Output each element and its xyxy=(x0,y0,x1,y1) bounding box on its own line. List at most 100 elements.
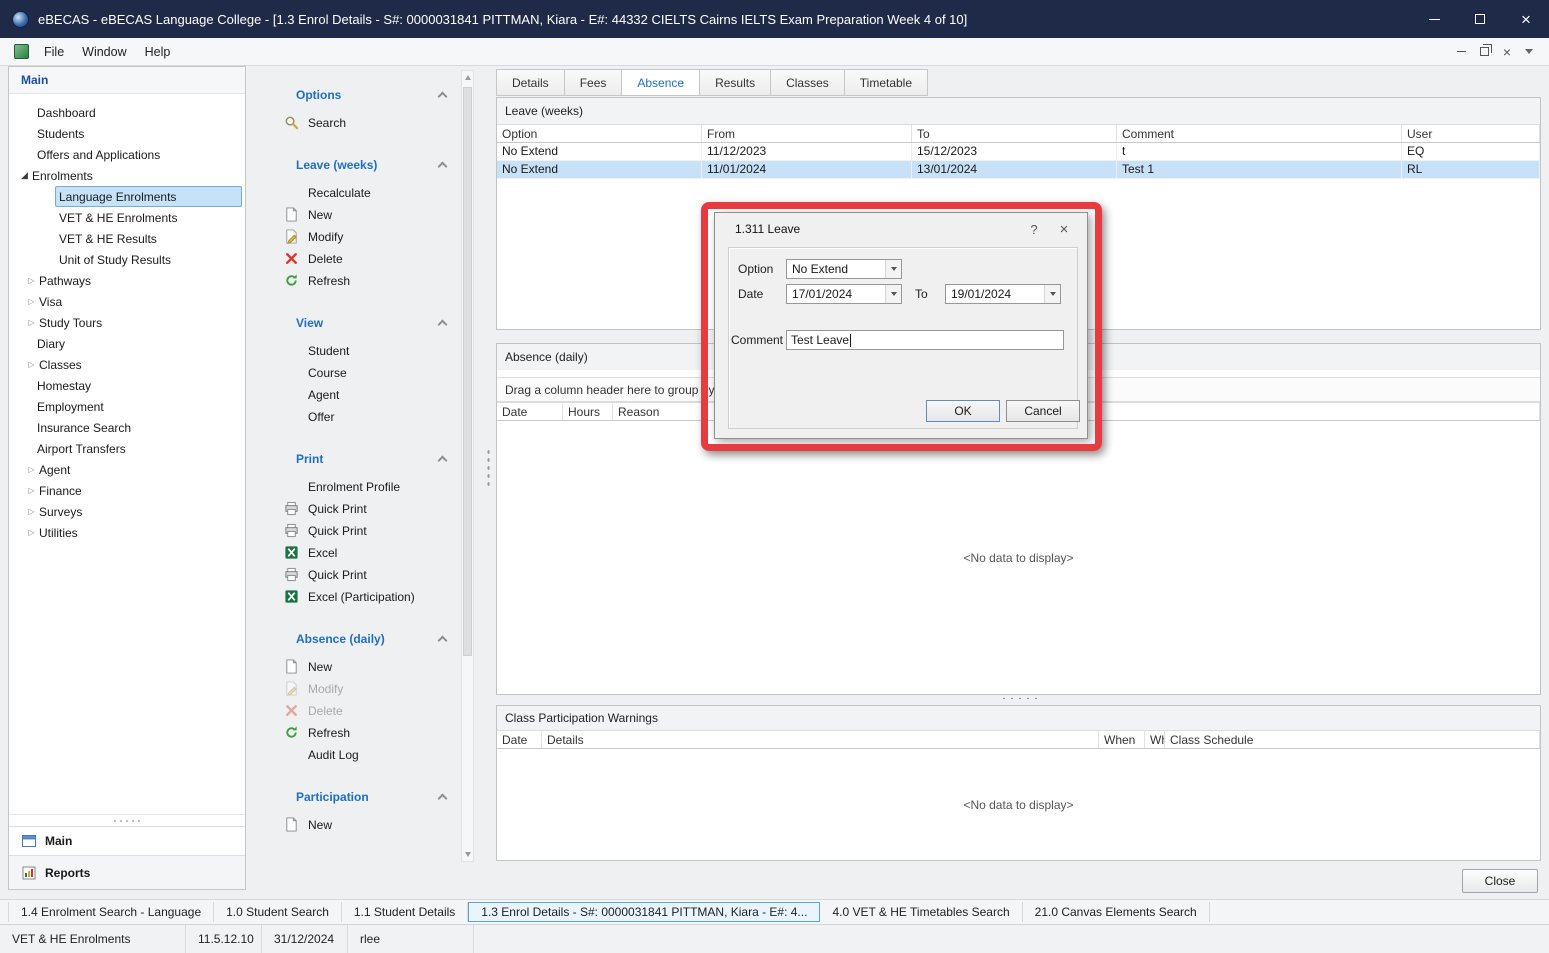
section-options[interactable]: Options xyxy=(296,88,446,102)
taskbar-item-vet-he-timetables[interactable]: 4.0 VET & HE Timetables Search xyxy=(820,902,1022,922)
column-header-user[interactable]: User xyxy=(1402,125,1540,142)
column-header-date[interactable]: Date xyxy=(497,403,563,420)
action-leave-delete[interactable]: Delete xyxy=(246,248,476,270)
action-audit-log[interactable]: Audit Log xyxy=(246,744,476,766)
chevron-up-icon[interactable] xyxy=(438,320,448,330)
sidebar-item-unit-of-study-results[interactable]: Unit of Study Results xyxy=(9,249,245,270)
action-excel[interactable]: Excel xyxy=(246,542,476,564)
taskbar-item-enrol-details[interactable]: 1.3 Enrol Details - S#: 0000031841 PITTM… xyxy=(468,902,820,922)
action-view-course[interactable]: Course xyxy=(246,362,476,384)
collapsed-arrow-icon[interactable]: ▷ xyxy=(24,276,39,285)
action-excel-participation[interactable]: Excel (Participation) xyxy=(246,586,476,608)
column-header-details[interactable]: Details xyxy=(542,731,1099,748)
sidebar-item-employment[interactable]: Employment xyxy=(9,396,245,417)
sidebar-item-utilities[interactable]: ▷Utilities xyxy=(9,522,245,543)
scroll-down-icon[interactable] xyxy=(465,852,471,857)
action-view-offer[interactable]: Offer xyxy=(246,406,476,428)
section-participation[interactable]: Participation xyxy=(296,790,446,804)
tab-fees[interactable]: Fees xyxy=(564,69,623,96)
date-to-picker[interactable]: 19/01/2024 xyxy=(945,284,1061,304)
horizontal-splitter-grip[interactable] xyxy=(1000,696,1040,701)
sidebar-item-vet-he-enrolments[interactable]: VET & HE Enrolments xyxy=(9,207,245,228)
maximize-button[interactable] xyxy=(1457,0,1503,38)
sidebar-item-homestay[interactable]: Homestay xyxy=(9,375,245,396)
action-quick-print-3[interactable]: Quick Print xyxy=(246,564,476,586)
section-absence-daily[interactable]: Absence (daily) xyxy=(296,632,446,646)
scroll-thumb[interactable] xyxy=(463,87,472,656)
sidebar-item-finance[interactable]: ▷Finance xyxy=(9,480,245,501)
sidebar-item-insurance-search[interactable]: Insurance Search xyxy=(9,417,245,438)
collapsed-arrow-icon[interactable]: ▷ xyxy=(24,528,39,537)
mdi-minimize-icon[interactable] xyxy=(1457,51,1466,52)
mdi-more-icon[interactable] xyxy=(1525,49,1533,54)
actions-scrollbar[interactable] xyxy=(461,70,474,862)
option-combobox[interactable]: No Extend xyxy=(786,259,902,279)
sidebar-item-classes[interactable]: ▷Classes xyxy=(9,354,245,375)
sidebar-item-pathways[interactable]: ▷Pathways xyxy=(9,270,245,291)
menu-help[interactable]: Help xyxy=(136,41,180,63)
mdi-child-icon[interactable] xyxy=(14,44,29,59)
sidebar-item-enrolments[interactable]: ◢Enrolments xyxy=(9,165,245,186)
action-enrolment-profile[interactable]: Enrolment Profile xyxy=(246,476,476,498)
ok-button[interactable]: OK xyxy=(926,400,1000,422)
nav-footer-reports[interactable]: Reports xyxy=(9,855,245,889)
action-view-agent[interactable]: Agent xyxy=(246,384,476,406)
collapsed-arrow-icon[interactable]: ▷ xyxy=(24,360,39,369)
combo-dropdown-button[interactable] xyxy=(1044,285,1060,303)
collapsed-arrow-icon[interactable]: ▷ xyxy=(24,297,39,306)
chevron-up-icon[interactable] xyxy=(438,92,448,102)
action-absence-refresh[interactable]: Refresh xyxy=(246,722,476,744)
chevron-up-icon[interactable] xyxy=(438,456,448,466)
expanded-arrow-icon[interactable]: ◢ xyxy=(17,170,32,181)
column-header-hours[interactable]: Hours xyxy=(563,403,613,420)
tab-details[interactable]: Details xyxy=(496,69,565,96)
nav-splitter-grip[interactable] xyxy=(9,814,245,826)
tab-timetable[interactable]: Timetable xyxy=(844,69,928,96)
tab-classes[interactable]: Classes xyxy=(770,69,845,96)
sidebar-item-diary[interactable]: Diary xyxy=(9,333,245,354)
section-leave-weeks[interactable]: Leave (weeks) xyxy=(296,158,446,172)
chevron-up-icon[interactable] xyxy=(438,636,448,646)
section-view[interactable]: View xyxy=(296,316,446,330)
close-button[interactable]: × xyxy=(1503,0,1549,38)
taskbar-item-enrolment-search[interactable]: 1.4 Enrolment Search - Language xyxy=(8,902,214,922)
vertical-splitter-grip[interactable] xyxy=(486,448,491,486)
column-header-from[interactable]: From xyxy=(702,125,912,142)
taskbar-item-student-search[interactable]: 1.0 Student Search xyxy=(214,902,342,922)
column-header-wh[interactable]: Wh xyxy=(1145,731,1165,748)
cancel-button[interactable]: Cancel xyxy=(1006,400,1080,422)
chevron-up-icon[interactable] xyxy=(438,794,448,804)
sidebar-item-language-enrolments[interactable]: Language Enrolments xyxy=(9,186,245,207)
column-header-class-schedule[interactable]: Class Schedule xyxy=(1165,731,1540,748)
sidebar-item-airport-transfers[interactable]: Airport Transfers xyxy=(9,438,245,459)
sidebar-item-visa[interactable]: ▷Visa xyxy=(9,291,245,312)
dialog-close-button[interactable]: × xyxy=(1049,217,1079,241)
minimize-button[interactable] xyxy=(1411,0,1457,38)
menu-window[interactable]: Window xyxy=(73,41,135,63)
action-leave-new[interactable]: New xyxy=(246,204,476,226)
sidebar-item-offers-applications[interactable]: Offers and Applications xyxy=(9,144,245,165)
combo-dropdown-button[interactable] xyxy=(885,260,901,278)
column-header-to[interactable]: To xyxy=(912,125,1117,142)
sidebar-item-agent[interactable]: ▷Agent xyxy=(9,459,245,480)
sidebar-item-surveys[interactable]: ▷Surveys xyxy=(9,501,245,522)
action-leave-modify[interactable]: Modify xyxy=(246,226,476,248)
leave-row-2-selected[interactable]: No Extend 11/01/2024 13/01/2024 Test 1 R… xyxy=(497,161,1540,179)
menu-file[interactable]: File xyxy=(35,41,73,63)
collapsed-arrow-icon[interactable]: ▷ xyxy=(24,318,39,327)
mdi-close-icon[interactable]: × xyxy=(1503,45,1511,59)
sidebar-item-students[interactable]: Students xyxy=(9,123,245,144)
sidebar-item-dashboard[interactable]: Dashboard xyxy=(9,102,245,123)
tab-absence[interactable]: Absence xyxy=(621,69,700,96)
collapsed-arrow-icon[interactable]: ▷ xyxy=(24,465,39,474)
action-search[interactable]: Search xyxy=(246,112,476,134)
column-header-when[interactable]: When xyxy=(1099,731,1145,748)
column-header-comment[interactable]: Comment xyxy=(1117,125,1402,142)
section-print[interactable]: Print xyxy=(296,452,446,466)
comment-input[interactable]: Test Leave xyxy=(786,330,1064,350)
collapsed-arrow-icon[interactable]: ▷ xyxy=(24,486,39,495)
action-leave-refresh[interactable]: Refresh xyxy=(246,270,476,292)
action-recalculate[interactable]: Recalculate xyxy=(246,182,476,204)
action-view-student[interactable]: Student xyxy=(246,340,476,362)
column-header-date[interactable]: Date xyxy=(497,731,542,748)
